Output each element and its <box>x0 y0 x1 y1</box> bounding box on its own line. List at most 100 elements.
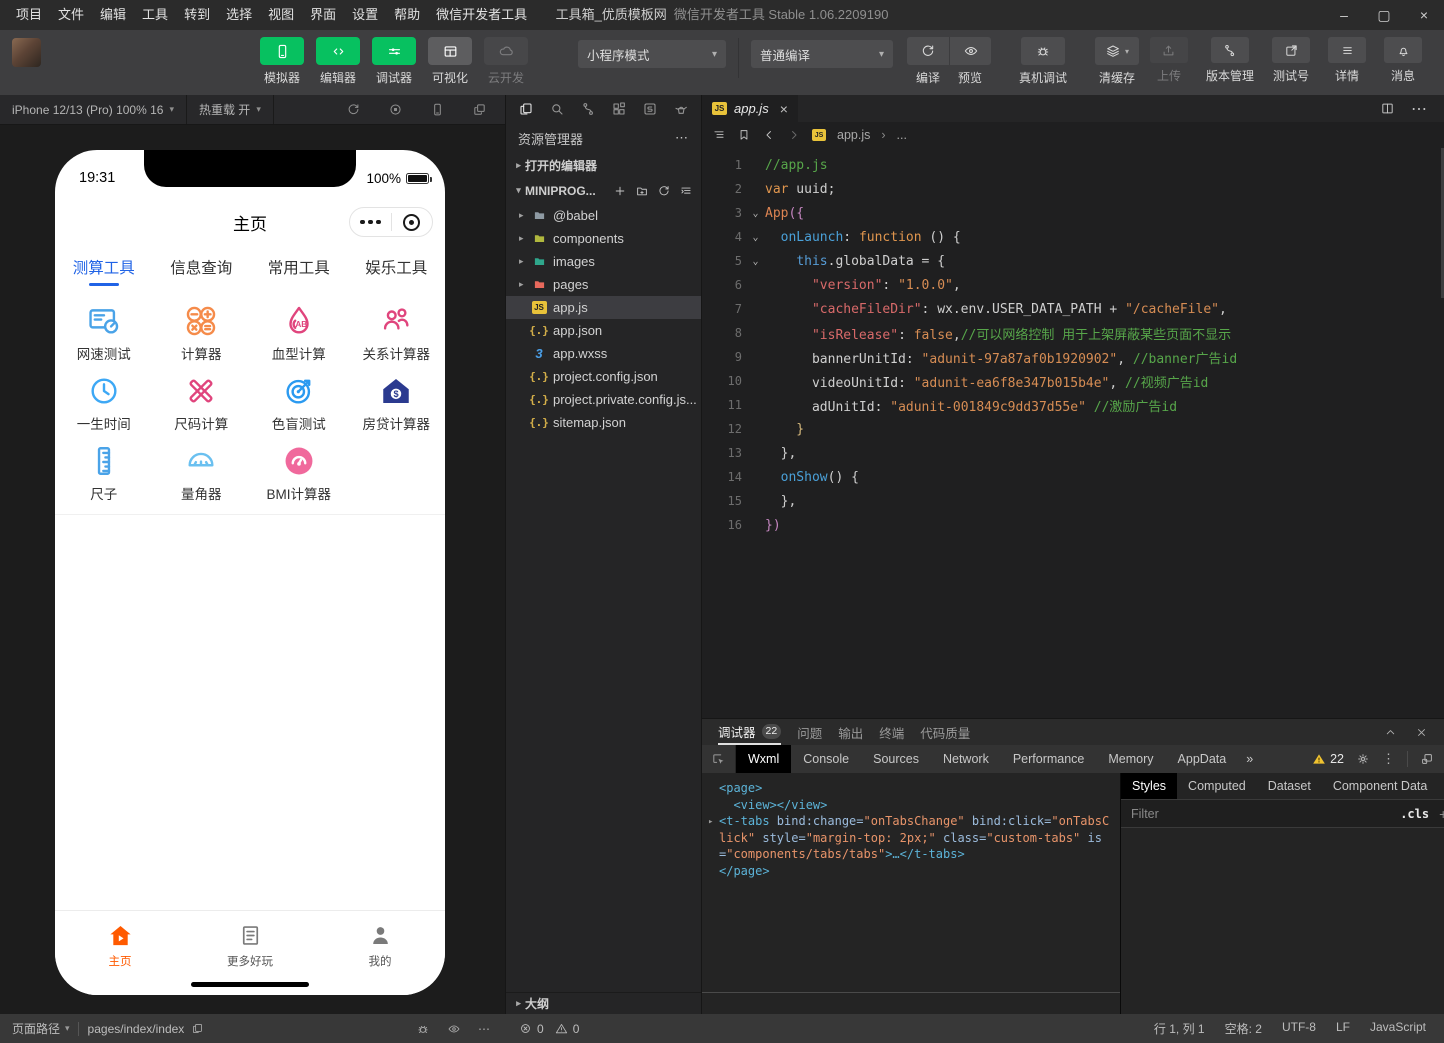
devtools-tab-Memory[interactable]: Memory <box>1096 745 1165 773</box>
project-section[interactable]: ▾ MINIPROG... <box>506 177 701 204</box>
compile-mode-select[interactable]: 普通编译▾ <box>751 40 893 68</box>
styles-tab-Computed[interactable]: Computed <box>1177 773 1257 799</box>
collapse-panel-icon[interactable] <box>1384 726 1397 739</box>
toolbar-button-编辑器[interactable]: 编辑器 <box>312 37 364 86</box>
close-panel-icon[interactable] <box>1415 726 1428 739</box>
wxml-node[interactable]: ▸<t-tabs bind:change="onTabsChange" bind… <box>719 813 1111 863</box>
tab-测算工具[interactable]: 测算工具 <box>55 244 153 290</box>
file-images[interactable]: ▸images <box>506 250 701 273</box>
toolbar-button-可视化[interactable]: 可视化 <box>424 37 476 86</box>
wxml-tree[interactable]: <page> <view></view>▸<t-tabs bind:change… <box>702 773 1120 1014</box>
toolbar-button-模拟器[interactable]: 模拟器 <box>256 37 308 86</box>
menu-item-工具[interactable]: 工具 <box>134 0 176 30</box>
warning-counter[interactable]: 22 <box>1312 752 1344 766</box>
windows-icon[interactable] <box>472 102 487 117</box>
forward-icon[interactable] <box>787 128 801 142</box>
详情-button[interactable]: 详情 <box>1328 37 1366 84</box>
debugger-tab-问题[interactable]: 问题 <box>797 719 822 745</box>
file-project.config.json[interactable]: {.}project.config.json <box>506 365 701 388</box>
more-actions-icon[interactable]: ⋯ <box>1411 99 1428 119</box>
problems-section[interactable]: 0 0 <box>505 1022 702 1036</box>
outline-icon[interactable] <box>712 128 726 142</box>
tab-常用工具[interactable]: 常用工具 <box>250 244 348 290</box>
filter-input[interactable]: Filter <box>1131 807 1159 821</box>
tool-计算器[interactable]: 计算器 <box>153 298 251 368</box>
tool-BMI计算器[interactable]: BMI计算器 <box>250 438 348 508</box>
wxml-node[interactable]: <page> <box>719 780 1111 797</box>
phone-icon[interactable] <box>430 102 445 117</box>
maximize-button[interactable]: ▢ <box>1364 0 1404 30</box>
测试号-button[interactable]: 测试号 <box>1272 37 1310 84</box>
npm-tools-icon[interactable] <box>673 101 689 117</box>
tool-关系计算器[interactable]: 关系计算器 <box>348 298 446 368</box>
wxml-node[interactable]: </page> <box>719 863 1111 880</box>
snippets-icon[interactable] <box>642 101 658 117</box>
menu-item-界面[interactable]: 界面 <box>302 0 344 30</box>
styles-tab-Dataset[interactable]: Dataset <box>1257 773 1322 799</box>
bookmark-icon[interactable] <box>737 128 751 142</box>
tab-信息查询[interactable]: 信息查询 <box>153 244 251 290</box>
device-selector[interactable]: iPhone 12/13 (Pro) 100% 16 ▾ <box>0 95 187 124</box>
file-app.json[interactable]: {.}app.json <box>506 319 701 342</box>
消息-button[interactable]: 消息 <box>1384 37 1422 84</box>
file-app.js[interactable]: JSapp.js <box>506 296 701 319</box>
file-project.private.config.js...[interactable]: {.}project.private.config.js... <box>506 388 701 411</box>
refresh-icon[interactable] <box>346 102 361 117</box>
editor-tab-appjs[interactable]: JS app.js × <box>702 95 798 122</box>
close-miniprogram-button[interactable] <box>392 214 433 231</box>
真机调试-button[interactable]: 真机调试 <box>1019 37 1067 86</box>
版本管理-button[interactable]: 版本管理 <box>1206 37 1254 84</box>
open-editors-section[interactable]: ▸ 打开的编辑器 <box>506 153 701 177</box>
menu-item-文件[interactable]: 文件 <box>50 0 92 30</box>
menu-item-编辑[interactable]: 编辑 <box>92 0 134 30</box>
inspect-element-icon[interactable] <box>702 745 736 773</box>
expand-arrow-icon[interactable]: ▸ <box>708 814 713 831</box>
cls-toggle[interactable]: .cls <box>1400 807 1429 821</box>
extensions-icon[interactable] <box>611 101 627 117</box>
toolbar-button-调试器[interactable]: 调试器 <box>368 37 420 86</box>
undock-icon[interactable] <box>1420 752 1434 766</box>
devtools-tab-Performance[interactable]: Performance <box>1001 745 1097 773</box>
debugger-tab-输出[interactable]: 输出 <box>838 719 863 745</box>
status-item[interactable]: 空格: 2 <box>1225 1020 1262 1037</box>
avatar[interactable] <box>12 38 41 67</box>
close-button[interactable]: × <box>1404 0 1444 30</box>
files-icon[interactable] <box>518 101 534 117</box>
refresh-explorer-icon[interactable] <box>657 184 671 198</box>
status-item[interactable]: 行 1, 列 1 <box>1154 1020 1205 1037</box>
tool-一生时间[interactable]: 一生时间 <box>55 368 153 438</box>
mode-select[interactable]: 小程序模式▾ <box>578 40 726 68</box>
devtools-tab-Console[interactable]: Console <box>791 745 861 773</box>
file-pages[interactable]: ▸pages <box>506 273 701 296</box>
copy-icon[interactable] <box>191 1022 204 1035</box>
status-item[interactable]: LF <box>1336 1020 1350 1037</box>
devtools-tab-Wxml[interactable]: Wxml <box>736 745 791 773</box>
menu-item-项目[interactable]: 项目 <box>8 0 50 30</box>
menu-item-选择[interactable]: 选择 <box>218 0 260 30</box>
fold-icon[interactable]: ⌄ <box>746 256 765 267</box>
menu-item-微信开发者工具[interactable]: 微信开发者工具 <box>428 0 535 30</box>
add-style-icon[interactable]: + <box>1439 806 1444 822</box>
more-tabs-icon[interactable]: » <box>1438 773 1444 799</box>
more-actions-icon[interactable]: ⋯ <box>675 130 689 146</box>
tabbar-主页[interactable]: 主页 <box>55 911 185 995</box>
menu-item-视图[interactable]: 视图 <box>260 0 302 30</box>
wxml-node[interactable]: <view></view> <box>719 797 1111 814</box>
debugger-tab-终端[interactable]: 终端 <box>879 719 904 745</box>
清缓存-button[interactable]: ▾清缓存 <box>1095 37 1139 86</box>
source-control-icon[interactable] <box>580 101 596 117</box>
hot-reload-toggle[interactable]: 热重载 开 ▾ <box>187 95 274 124</box>
eye-icon[interactable] <box>447 1022 461 1036</box>
file-components[interactable]: ▸components <box>506 227 701 250</box>
new-folder-icon[interactable] <box>635 184 649 198</box>
tool-尺子[interactable]: 尺子 <box>55 438 153 508</box>
编译-button[interactable] <box>907 37 949 65</box>
预览-button[interactable] <box>949 37 991 65</box>
tool-血型计算[interactable]: AB血型计算 <box>250 298 348 368</box>
close-tab-icon[interactable]: × <box>780 101 788 117</box>
tool-量角器[interactable]: 量角器 <box>153 438 251 508</box>
tool-尺码计算[interactable]: 尺码计算 <box>153 368 251 438</box>
devtools-tab-AppData[interactable]: AppData <box>1166 745 1239 773</box>
file-sitemap.json[interactable]: {.}sitemap.json <box>506 411 701 434</box>
fold-icon[interactable]: ⌄ <box>746 232 765 243</box>
